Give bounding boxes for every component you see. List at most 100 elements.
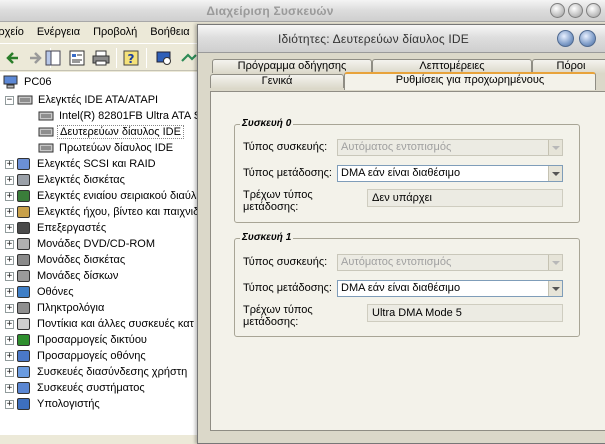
disk-drive-icon [17, 270, 30, 282]
update-driver-icon[interactable] [180, 49, 198, 67]
tree-category[interactable]: + Επεξεργαστές [5, 220, 108, 236]
menu-file[interactable]: Αρχείο [0, 23, 32, 43]
tree-item-intel-ata[interactable]: Intel(R) 82801FB Ultra ATA S [38, 108, 200, 124]
ide-controller-icon [38, 127, 54, 137]
tree-category[interactable]: + Συσκευές διασύνδεσης χρήστη [5, 364, 189, 380]
device0-current-label: Τρέχων τύπος μετάδοσης: [243, 189, 313, 213]
tree-category[interactable]: + Ελεγκτές δισκέτας [5, 172, 127, 188]
ide-controller-icon [38, 143, 54, 153]
device0-transfer-select[interactable]: DMA εάν είναι διαθέσιμο [337, 165, 563, 182]
tree-category[interactable]: + Πληκτρολόγια [5, 300, 106, 316]
properties-dialog: Ιδιότητες: Δευτερεύων δίαυλος IDE Πρόγρα… [197, 24, 605, 444]
window-controls [550, 3, 601, 18]
dialog-help-button[interactable] [557, 30, 574, 47]
tree-category[interactable]: + Υπολογιστής [5, 396, 102, 412]
device-tree: PC06 − Ελεγκτές IDE ATA/ATAPI Intel(R) 8… [0, 72, 200, 435]
scsi-icon [17, 158, 30, 170]
print-icon[interactable] [92, 49, 110, 67]
tree-category[interactable]: + Μονάδες δίσκων [5, 268, 120, 284]
expand-toggle[interactable]: + [5, 351, 14, 361]
tree-item-label: Δευτερεύων δίαυλος IDE [57, 125, 184, 139]
expand-toggle[interactable]: + [5, 159, 14, 169]
back-arrow-icon[interactable] [4, 49, 22, 67]
dropdown-arrow-icon[interactable] [548, 255, 562, 270]
device0-group: Συσκευή 0 Τύπος συσκευής: Αυτόματος εντο… [234, 118, 580, 223]
ide-controller-icon [38, 111, 54, 121]
tree-item-primary-ide[interactable]: Πρωτεύων δίαυλος IDE [38, 140, 175, 156]
tree-category[interactable]: + Προσαρμογείς οθόνης [5, 348, 148, 364]
tree-category[interactable]: + Προσαρμογείς δικτύου [5, 332, 149, 348]
expand-toggle[interactable]: + [5, 207, 14, 217]
menu-action[interactable]: Ενέργεια [32, 23, 88, 43]
tree-category-label: Πληκτρολόγια [37, 302, 105, 314]
tree-category-label: Υπολογιστής [37, 398, 100, 410]
expand-toggle[interactable]: + [5, 319, 14, 329]
expand-toggle[interactable]: + [5, 287, 14, 297]
menu-help[interactable]: Βοήθεια [145, 23, 197, 43]
expand-toggle[interactable]: + [5, 239, 14, 249]
tree-category-label: Προσαρμογείς οθόνης [37, 350, 146, 362]
device1-transfer-select[interactable]: DMA εάν είναι διαθέσιμο [337, 280, 563, 297]
properties-icon[interactable] [68, 49, 86, 67]
tree-item-label: Πρωτεύων δίαυλος IDE [59, 142, 174, 154]
tree-category[interactable]: + Ελεγκτές ενιαίου σειριακού διαύλ [5, 188, 198, 204]
tree-category[interactable]: + Ποντίκια και άλλες συσκευές κατ [5, 316, 196, 332]
system-device-icon [17, 382, 30, 394]
cdrom-icon [17, 238, 30, 250]
tree-item-ide-controllers[interactable]: − Ελεγκτές IDE ATA/ATAPI [5, 92, 160, 108]
tree-category[interactable]: + Ελεγκτές SCSI και RAID [5, 156, 158, 172]
keyboard-icon [17, 302, 30, 314]
collapse-toggle[interactable]: − [5, 95, 14, 105]
expand-toggle[interactable]: + [5, 399, 14, 409]
expand-toggle[interactable]: + [5, 303, 14, 313]
floppy-drive-icon [17, 254, 30, 266]
dialog-titlebar[interactable]: Ιδιότητες: Δευτερεύων δίαυλος IDE [198, 25, 605, 53]
tree-category-label: Προσαρμογείς δικτύου [37, 334, 147, 346]
tree-root[interactable]: PC06 [3, 74, 54, 90]
menu-view[interactable]: Προβολή [88, 23, 145, 43]
expand-toggle[interactable]: + [5, 271, 14, 281]
expand-toggle[interactable]: + [5, 175, 14, 185]
tree-category-label: Μονάδες δισκέτας [37, 254, 126, 266]
dialog-window-controls [557, 30, 596, 47]
maximize-button[interactable] [568, 3, 583, 18]
expand-toggle[interactable]: + [5, 223, 14, 233]
expand-toggle[interactable]: + [5, 383, 14, 393]
tree-item-secondary-ide[interactable]: Δευτερεύων δίαυλος IDE [38, 124, 184, 140]
tab-details[interactable]: Λεπτομέρειες [372, 59, 532, 73]
help-icon[interactable]: ? [122, 49, 140, 67]
expand-toggle[interactable]: + [5, 255, 14, 265]
tree-category[interactable]: + Ελεγκτές ήχου, βίντεο και παιχνιδ [5, 204, 200, 220]
tree-category-label: Επεξεργαστές [37, 222, 107, 234]
expand-toggle[interactable]: + [5, 191, 14, 201]
expand-toggle[interactable]: + [5, 367, 14, 377]
tree-category[interactable]: + Μονάδες DVD/CD-ROM [5, 236, 157, 252]
close-button[interactable] [586, 3, 601, 18]
dropdown-arrow-icon[interactable] [548, 166, 562, 181]
device-manager-title: Διαχείριση Συσκευών [206, 4, 334, 18]
tab-resources[interactable]: Πόροι [532, 59, 605, 73]
tree-category[interactable]: + Οθόνες [5, 284, 76, 300]
tab-driver[interactable]: Πρόγραμμα οδήγησης [212, 59, 372, 73]
device-manager-titlebar[interactable]: Διαχείριση Συσκευών [0, 0, 605, 22]
tree-category[interactable]: + Συσκευές συστήματος [5, 380, 147, 396]
expand-toggle[interactable]: + [5, 335, 14, 345]
toolbar-separator [116, 48, 117, 68]
device0-type-value: Αυτόματος εντοπισμός [341, 141, 452, 153]
tab-advanced-settings[interactable]: Ρυθμίσεις για προχωρημένους [344, 72, 596, 90]
sound-icon [17, 206, 30, 218]
forward-arrow-icon[interactable] [26, 49, 44, 67]
dropdown-arrow-icon[interactable] [548, 281, 562, 296]
tab-general[interactable]: Γενικά [210, 74, 344, 88]
device1-type-label: Τύπος συσκευής: [243, 256, 328, 268]
tree-category-label: Συσκευές συστήματος [37, 382, 145, 394]
dialog-close-button[interactable] [579, 30, 596, 47]
dropdown-arrow-icon[interactable] [548, 140, 562, 155]
scan-hardware-icon[interactable] [155, 49, 173, 67]
device1-type-select[interactable]: Αυτόματος εντοπισμός [337, 254, 563, 271]
show-hide-tree-icon[interactable] [44, 49, 62, 67]
minimize-button[interactable] [550, 3, 565, 18]
device0-type-select[interactable]: Αυτόματος εντοπισμός [337, 139, 563, 156]
device1-type-value: Αυτόματος εντοπισμός [341, 256, 452, 268]
tree-category[interactable]: + Μονάδες δισκέτας [5, 252, 127, 268]
